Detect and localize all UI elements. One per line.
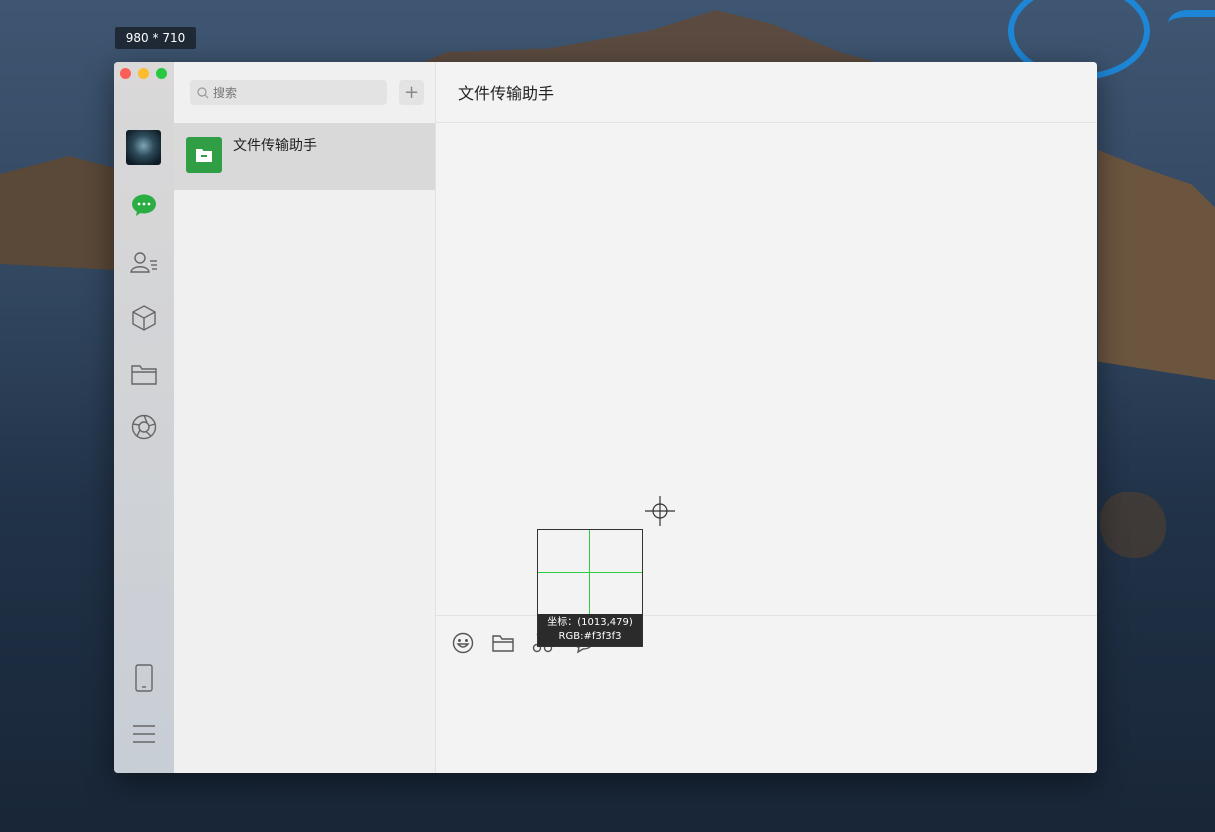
emoji-icon[interactable] [450, 630, 476, 656]
rgb-readout: RGB:#f3f3f3 [558, 631, 622, 642]
magnifier-info: 坐标：(1013,479) RGB:#f3f3f3 [538, 614, 642, 646]
search-icon [197, 86, 209, 99]
magnifier-horizontal-line [538, 572, 642, 573]
avatar[interactable] [126, 130, 161, 165]
contacts-icon[interactable] [127, 245, 161, 279]
crosshair-icon [645, 496, 675, 526]
desktop-cliff-left [0, 156, 115, 270]
conversation-header: 文件传输助手 [436, 62, 1097, 123]
phone-icon[interactable] [127, 661, 161, 695]
search-input[interactable] [213, 85, 373, 100]
wechat-window: + 文件传输助手 文件传输助手 [114, 62, 1097, 773]
add-button[interactable]: + [399, 80, 424, 105]
search-box[interactable] [190, 80, 387, 105]
chat-list-pane: + 文件传输助手 [174, 62, 436, 773]
nav-sidebar [114, 62, 174, 773]
cube-icon[interactable] [127, 301, 161, 335]
chat-icon[interactable] [127, 188, 161, 222]
chat-list-item[interactable]: 文件传输助手 [174, 123, 435, 190]
color-picker-magnifier: 坐标：(1013,479) RGB:#f3f3f3 [537, 529, 643, 647]
desktop-cliff-right [1098, 150, 1215, 380]
window-size-badge: 980 * 710 [115, 27, 196, 49]
conversation-pane: 文件传输助手 [436, 62, 1097, 773]
chat-name: 文件传输助手 [233, 138, 317, 154]
aperture-icon[interactable] [127, 410, 161, 444]
folder-icon[interactable] [490, 630, 516, 656]
coordinate-readout: 坐标：(1013,479) [547, 617, 633, 628]
zoom-window-button[interactable] [156, 68, 167, 79]
folder-icon[interactable] [127, 357, 161, 391]
menu-icon[interactable] [127, 717, 161, 751]
close-window-button[interactable] [120, 68, 131, 79]
conversation-title: 文件传输助手 [458, 84, 555, 103]
minimize-window-button[interactable] [138, 68, 149, 79]
logo-mark [1168, 10, 1215, 43]
file-transfer-folder-icon [186, 137, 222, 173]
message-composer[interactable] [436, 615, 1097, 773]
